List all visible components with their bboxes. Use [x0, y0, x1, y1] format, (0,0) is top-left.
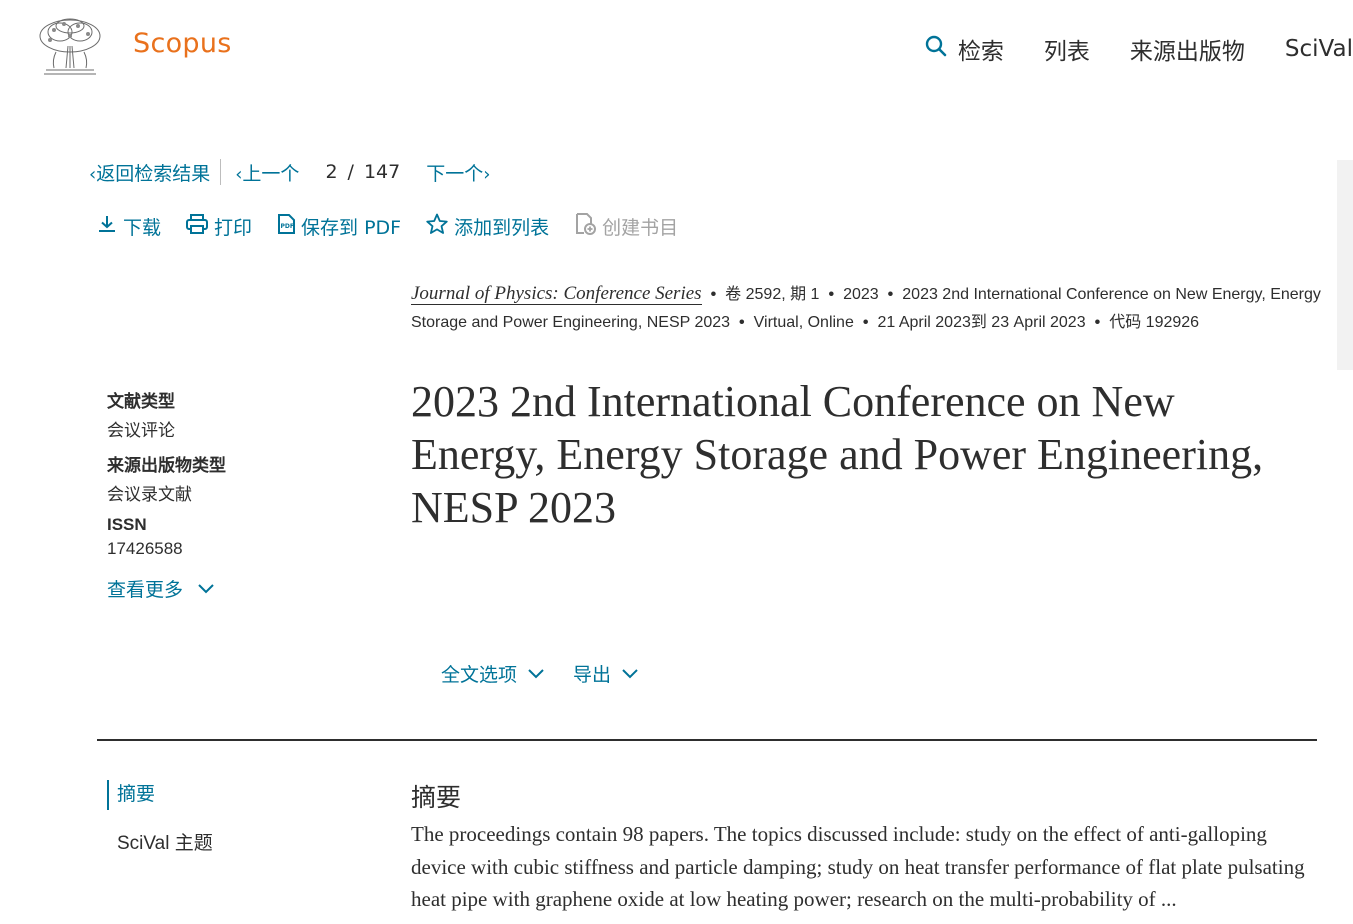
pager-divider [220, 159, 222, 185]
scrollbar[interactable] [1337, 160, 1353, 370]
conference-location: Virtual, Online [753, 314, 854, 331]
dot-separator: • [862, 314, 869, 331]
print-label: 打印 [214, 216, 253, 239]
conference-dates: 21 April 2023到 23 April 2023 [877, 314, 1086, 331]
full-text-options-label: 全文选项 [441, 664, 518, 686]
abstract-text: The proceedings contain 98 papers. The t… [411, 822, 1305, 911]
result-pager: ‹返回检索结果 ‹上一个 2 / 147 下一个› [89, 159, 490, 185]
section-nav-scival-topics[interactable]: SciVal 主题 [107, 828, 213, 855]
bibliography-icon [573, 212, 602, 241]
source-type-value: 会议录文献 [107, 485, 192, 504]
svg-text:PDF: PDF [281, 223, 294, 230]
search-icon [924, 34, 958, 64]
nav-lists[interactable]: 列表 [1044, 32, 1090, 66]
download-label: 下载 [123, 216, 162, 239]
create-bibliography-label: 创建书目 [602, 216, 679, 239]
back-to-results-link[interactable]: ‹返回检索结果 [89, 159, 210, 186]
add-to-list-label: 添加到列表 [454, 216, 550, 239]
abstract-heading: 摘要 [411, 783, 462, 812]
add-to-list-button[interactable]: 添加到列表 [425, 212, 549, 241]
total-results: 147 [363, 161, 401, 183]
back-to-results-label: 返回检索结果 [96, 162, 211, 185]
elsevier-logo-icon[interactable] [36, 16, 104, 78]
previous-result-link[interactable]: ‹上一个 [235, 159, 299, 186]
issn-value: 17426588 [107, 539, 183, 558]
pager-slash: / [347, 161, 354, 183]
next-label: 下一个 [426, 162, 484, 185]
printer-icon [185, 213, 214, 240]
section-navigation: 摘要 SciVal 主题 [107, 780, 213, 855]
scopus-brand[interactable]: Scopus [133, 28, 232, 59]
see-more-label: 查看更多 [107, 580, 184, 601]
nav-sources[interactable]: 来源出版物 [1130, 32, 1245, 66]
publication-year: 2023 [843, 286, 879, 303]
dot-separator: • [828, 286, 835, 303]
previous-label: 上一个 [242, 162, 300, 185]
chevron-down-icon [197, 583, 215, 595]
source-info: Journal of Physics: Conference Series • 卷 … [411, 280, 1321, 337]
dot-separator: • [710, 286, 717, 303]
top-navigation: 检索 列表 来源出版物 SciVal [924, 33, 1353, 65]
section-divider [97, 739, 1317, 741]
see-more-button[interactable]: 查看更多 [107, 575, 367, 602]
dot-separator: • [1094, 314, 1101, 331]
nav-search[interactable]: 检索 [924, 32, 1004, 66]
doc-type-value: 会议评论 [107, 421, 175, 440]
chevron-right-icon: › [483, 163, 491, 185]
export-label: 导出 [573, 664, 612, 686]
full-text-options-dropdown[interactable]: 全文选项 [441, 660, 545, 687]
star-icon [425, 212, 454, 241]
chevron-down-icon [611, 668, 639, 680]
save-pdf-label: 保存到 PDF [301, 216, 402, 239]
doc-type-label: 文献类型 [107, 392, 175, 411]
issn-label: ISSN [107, 515, 147, 534]
nav-scival[interactable]: SciVal [1285, 36, 1353, 62]
chevron-down-icon [517, 668, 545, 680]
source-type-label: 来源出版物类型 [107, 456, 226, 475]
volume-issue: 卷 2592, 期 1 [725, 286, 820, 303]
next-result-link[interactable]: 下一个› [426, 159, 490, 186]
download-button[interactable]: 下载 [96, 213, 161, 240]
save-pdf-button[interactable]: PDF 保存到 PDF [276, 213, 401, 240]
conference-code: 代码 192926 [1109, 314, 1200, 331]
document-actions: 下载 打印 PDF 保存到 PDF 添加到列表 创建书目 [96, 212, 702, 240]
current-result-number: 2 [325, 161, 338, 183]
document-title: 2023 2nd International Conference on New… [411, 377, 1264, 532]
section-nav-abstract[interactable]: 摘要 [107, 780, 213, 810]
pdf-icon: PDF [276, 213, 301, 240]
create-bibliography-button[interactable]: 创建书目 [573, 212, 678, 241]
dot-separator: • [739, 314, 745, 331]
download-icon [96, 213, 123, 240]
print-button[interactable]: 打印 [185, 213, 252, 240]
export-dropdown[interactable]: 导出 [573, 660, 639, 687]
nav-search-label: 检索 [957, 39, 1004, 65]
document-metadata: 文献类型 会议评论 来源出版物类型 会议录文献 ISSN 17426588 查看… [107, 387, 367, 602]
journal-link[interactable]: Journal of Physics: Conference Series [411, 283, 702, 305]
dot-separator: • [887, 286, 894, 303]
document-options: 全文选项 导出 [441, 660, 667, 687]
